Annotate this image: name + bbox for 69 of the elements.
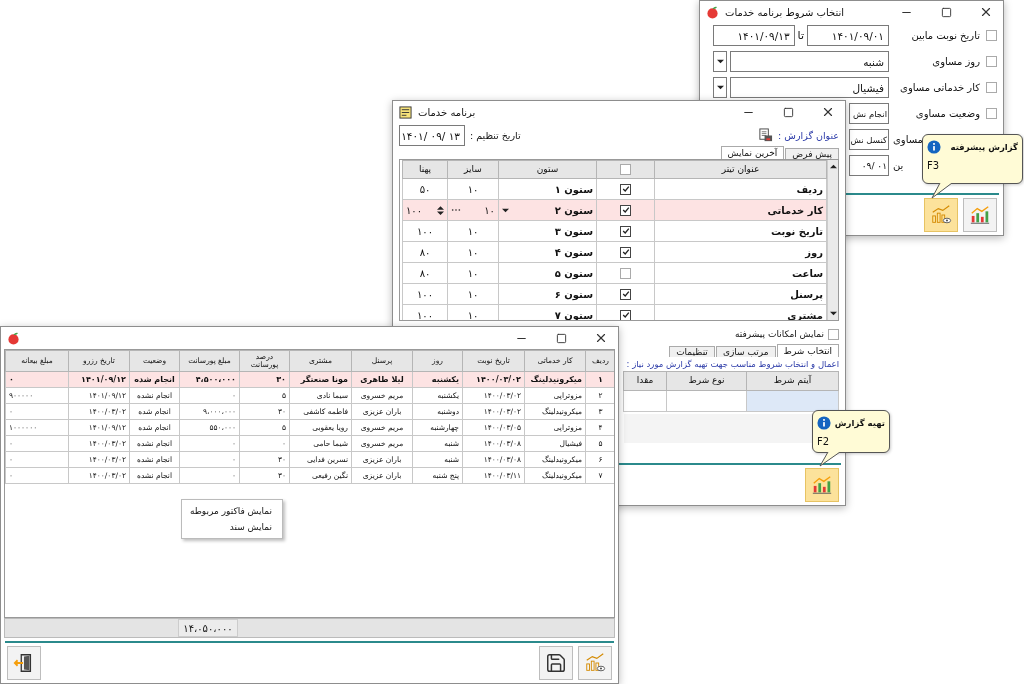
menu-item[interactable]: نمایش فاکتور مربوطه — [182, 503, 282, 519]
tab[interactable]: انتخاب شرط — [776, 344, 839, 357]
total-cell: ۱۴،۰۵۰،۰۰۰ — [178, 619, 238, 637]
text-field[interactable]: انجام نش — [849, 103, 889, 124]
table-cell: ستون ۴ — [498, 241, 597, 263]
column-header[interactable]: ستون — [498, 160, 597, 179]
table-cell: ستون ۱ — [498, 178, 597, 200]
column-header[interactable]: پهنا — [402, 160, 448, 179]
instruction-text: اعمال و انتخاب شروط مناسب جهت تهیه گزارش مورد نیاز : — [625, 359, 839, 370]
table-cell: ۱۰ — [447, 283, 499, 305]
table-cell: روز — [654, 241, 827, 263]
table-cell: پرسنل — [654, 283, 827, 305]
table-cell: ستون ۵ — [498, 262, 597, 284]
grid-row[interactable]: تاریخ نوبت ستون ۳ ۱۰ ۱۰۰ — [402, 220, 827, 242]
tab[interactable]: پیش فرض — [785, 148, 839, 159]
report-title-label: عنوان گزارش : — [778, 130, 839, 141]
column-header[interactable]: آیتم شرط — [746, 371, 839, 391]
tab[interactable]: مرتب سازی — [715, 346, 776, 357]
table-cell: ۱۰ — [447, 178, 499, 200]
table-cell: ۱۰ — [447, 241, 499, 263]
table-cell: ردیف — [654, 178, 827, 200]
condition-label: روز مساوی — [932, 56, 980, 67]
table-cell: ۸۰ — [402, 241, 448, 263]
tooltip-title: تهیه گزارش — [834, 418, 885, 428]
tab[interactable]: تنظیمات — [669, 346, 715, 357]
date-field[interactable]: ۱۴۰۱/۰۹/۱۳ — [712, 25, 795, 46]
text-field[interactable]: کنسل نش — [849, 129, 889, 150]
checkbox-label: نمایش امکانات پیشرفته — [735, 329, 824, 339]
column-header[interactable]: مقدا — [623, 371, 667, 391]
grid-row[interactable]: روز ستون ۴ ۱۰ ۸۰ — [402, 241, 827, 263]
condition-label: مساوی — [893, 134, 923, 145]
table-cell[interactable]: ۱۰ — [484, 204, 495, 216]
table-cell: ساعت — [654, 262, 827, 284]
date-field[interactable]: ۱۴۰۱/ ۰۹/ ۱۳ — [399, 125, 465, 146]
table-row[interactable]: ۱ میکرونیدلینگ ۱۴۰۰/۰۳/۰۲ یکشنبه لیلا طاهری مونا صنعتگر ۳۰ ۴،۵۰۰،۰۰۰ انجام شده ۱۴۰۱/۰۹/۱۲ ۰ — [5, 371, 614, 388]
date-field[interactable]: ۰۹/ ۰۱ — [849, 155, 889, 176]
condition-label: ین — [893, 160, 904, 171]
shortcut-key: F2 — [817, 436, 885, 447]
table-cell: ۵۰ — [402, 178, 448, 200]
window-title: انتخاب شروط برنامه خدمات — [725, 6, 845, 18]
condition-label: وضعیت مساوی — [915, 108, 980, 119]
grid-row[interactable]: کار خدماتی ستون ۲ ۱۰ ۱۰۰ — [402, 199, 827, 221]
menu-item[interactable]: نمایش سند — [182, 519, 282, 535]
date-field[interactable]: ۱۴۰۱/۰۹/۰۱ — [807, 25, 889, 46]
tooltip-title: گزارش پیشرفته — [950, 142, 1018, 152]
table-cell: ۸۰ — [402, 262, 448, 284]
column-header[interactable]: سایز — [447, 160, 499, 179]
column-header[interactable]: عنوان تیتر — [654, 160, 827, 179]
grid-row[interactable]: ردیف ستون ۱ ۱۰ ۵۰ — [402, 178, 827, 200]
table-cell: ستون ۶ — [498, 283, 597, 305]
dropdown-field[interactable]: شنبه — [730, 51, 889, 72]
date-label: تاریخ تنظیم : — [470, 130, 521, 141]
table-cell: ۱۰ — [447, 262, 499, 284]
condition-label: کار خدماتی مساوی — [900, 82, 980, 93]
table-cell: ستون ۳ — [498, 220, 597, 242]
table-cell: کار خدماتی — [654, 199, 827, 221]
table-cell: ۱۰ — [447, 220, 499, 242]
dropdown-field[interactable]: فیشیال — [730, 77, 889, 98]
table-cell: ۱۰۰ — [402, 283, 448, 305]
table-cell: ۱۰۰ — [402, 220, 448, 242]
window-title: برنامه خدمات — [418, 106, 476, 118]
tab[interactable]: آخرین نمایش — [720, 146, 785, 159]
grid-row[interactable]: ساعت ستون ۵ ۱۰ ۸۰ — [402, 262, 827, 284]
condition-label: تاریخ نوبت مابین — [911, 30, 980, 41]
table-cell: تاریخ نوبت — [654, 220, 827, 242]
column-header[interactable]: نوع شرط — [666, 371, 747, 391]
shortcut-key: F3 — [927, 160, 1018, 171]
grid-row[interactable]: پرسنل ستون ۶ ۱۰ ۱۰۰ — [402, 283, 827, 305]
range-label: تا — [797, 29, 804, 42]
